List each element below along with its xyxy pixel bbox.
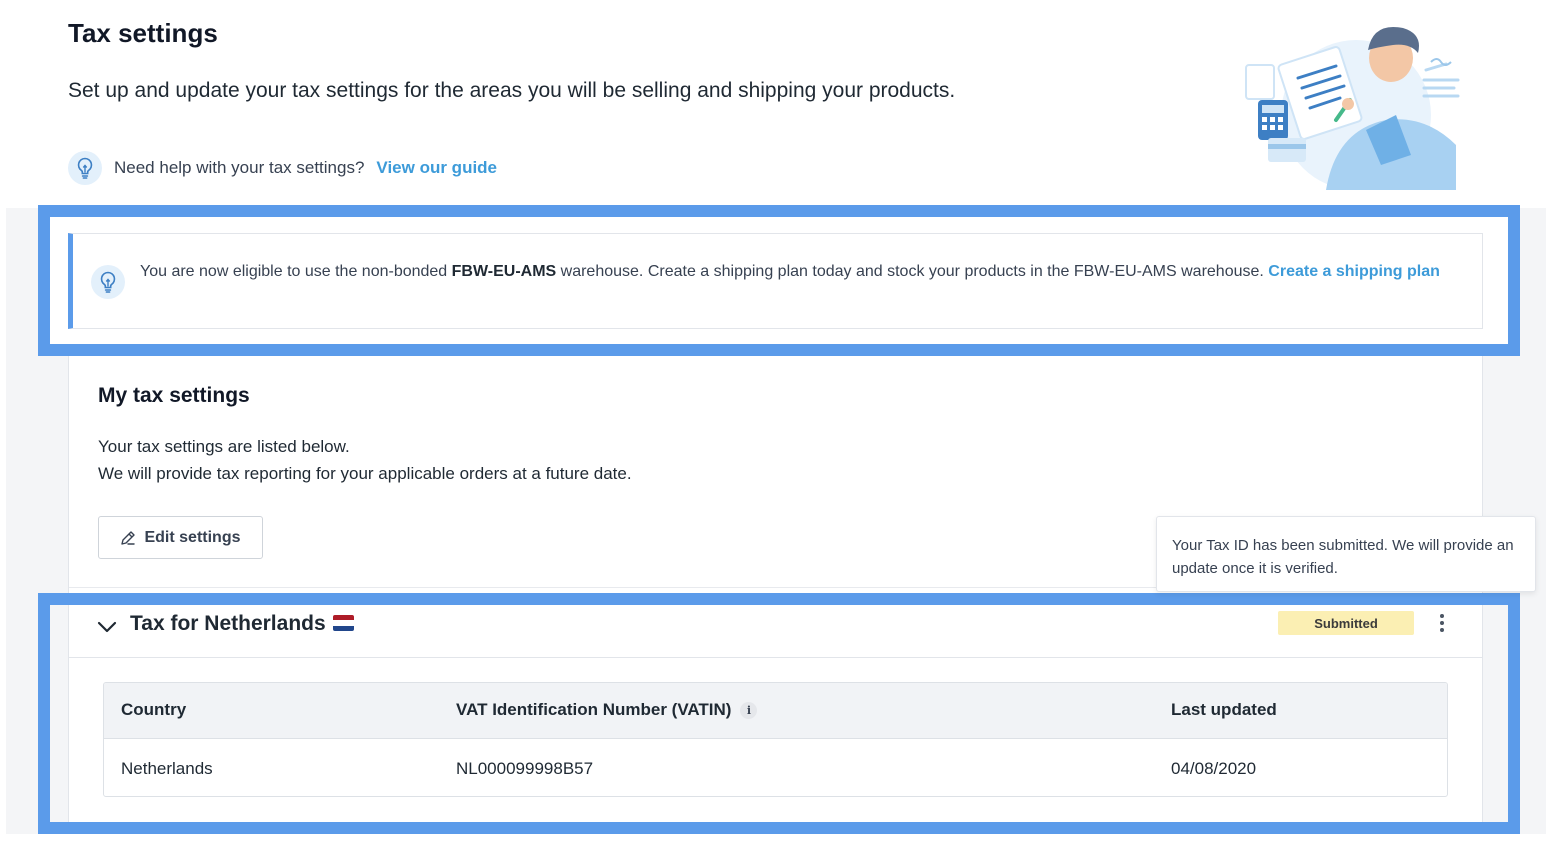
cell-country: Netherlands xyxy=(121,759,213,778)
card-description-1: Your tax settings are listed below. xyxy=(98,437,350,456)
tax-illustration-icon xyxy=(1245,26,1460,190)
lightbulb-icon xyxy=(91,265,125,299)
netherlands-flag-icon xyxy=(333,615,354,631)
card-title: My tax settings xyxy=(98,384,250,407)
page-title: Tax settings xyxy=(68,18,218,48)
column-header-country: Country xyxy=(121,700,187,719)
edit-settings-button[interactable]: Edit settings xyxy=(98,516,263,559)
create-shipping-plan-link[interactable]: Create a shipping plan xyxy=(1268,263,1440,280)
page-subtitle: Set up and update your tax settings for … xyxy=(68,79,956,102)
table-header: Country VAT Identification Number (VATIN… xyxy=(104,683,1447,739)
page-header: Tax settings Set up and update your tax … xyxy=(0,0,1560,208)
card-description-2: We will provide tax reporting for your a… xyxy=(98,464,632,483)
status-badge: Submitted xyxy=(1278,611,1414,635)
warehouse-name: FBW-EU-AMS xyxy=(451,263,557,280)
edit-settings-label: Edit settings xyxy=(144,528,241,546)
lightbulb-icon xyxy=(68,151,102,185)
pencil-icon xyxy=(121,530,136,545)
tax-section-header: Tax for Netherlands Submitted xyxy=(69,605,1482,658)
help-text: Need help with your tax settings? xyxy=(114,158,365,177)
view-guide-link[interactable]: View our guide xyxy=(376,158,497,178)
chevron-down-icon[interactable] xyxy=(97,620,117,634)
more-options-icon[interactable] xyxy=(1430,611,1454,635)
tax-table: Country VAT Identification Number (VATIN… xyxy=(103,682,1448,797)
cell-last-updated: 04/08/2020 xyxy=(1171,759,1257,778)
info-icon[interactable]: i xyxy=(740,701,758,719)
column-header-last-updated: Last updated xyxy=(1171,700,1277,719)
section-title: Tax for Netherlands xyxy=(130,612,326,635)
help-row: Need help with your tax settings? View o… xyxy=(68,150,497,186)
page: Tax settings Set up and update your tax … xyxy=(0,0,1560,862)
cell-vatin: NL000099998B57 xyxy=(456,759,594,778)
notice-text: You are now eligible to use the non-bond… xyxy=(140,263,1440,280)
warehouse-notice: You are now eligible to use the non-bond… xyxy=(68,233,1483,329)
column-header-vatin: VAT Identification Number (VATIN) i xyxy=(456,700,758,720)
tax-id-tooltip: Your Tax ID has been submitted. We will … xyxy=(1156,516,1536,592)
